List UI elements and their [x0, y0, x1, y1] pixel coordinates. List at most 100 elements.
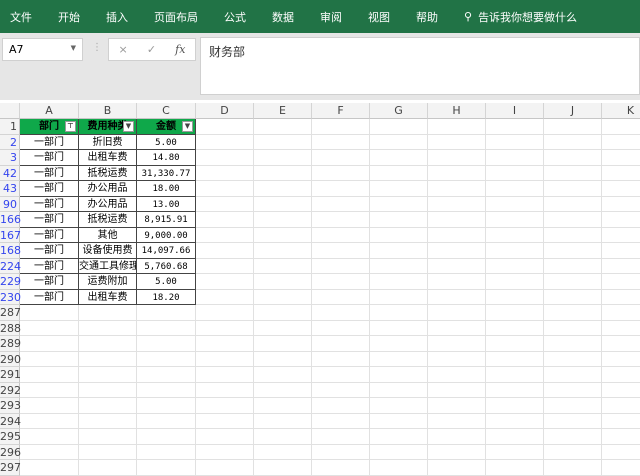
empty-cell[interactable]: [602, 398, 640, 414]
empty-cell[interactable]: [254, 134, 312, 150]
table-cell[interactable]: 出租车费: [79, 289, 137, 305]
empty-cell[interactable]: [428, 367, 486, 383]
empty-cell[interactable]: [20, 351, 79, 367]
empty-cell[interactable]: [428, 289, 486, 305]
empty-cell[interactable]: [79, 413, 137, 429]
row-header[interactable]: 166: [0, 212, 21, 228]
table-cell[interactable]: 一部门: [20, 243, 79, 259]
empty-cell[interactable]: [486, 258, 544, 274]
table-cell[interactable]: 办公用品: [79, 196, 137, 212]
empty-cell[interactable]: [428, 181, 486, 197]
table-cell[interactable]: 18.00: [137, 181, 196, 197]
select-all-corner[interactable]: [0, 103, 20, 119]
empty-cell[interactable]: [254, 305, 312, 321]
empty-cell[interactable]: [486, 413, 544, 429]
header-cell[interactable]: 部门 ⊤: [20, 119, 79, 135]
table-cell[interactable]: 交通工具修理: [79, 258, 137, 274]
table-cell[interactable]: 31,330.77: [137, 165, 196, 181]
table-cell[interactable]: 其他: [79, 227, 137, 243]
empty-cell[interactable]: [486, 165, 544, 181]
empty-cell[interactable]: [428, 258, 486, 274]
empty-cell[interactable]: [602, 274, 640, 290]
empty-cell[interactable]: [312, 413, 370, 429]
empty-cell[interactable]: [196, 274, 254, 290]
empty-cell[interactable]: [312, 150, 370, 166]
empty-cell[interactable]: [312, 351, 370, 367]
table-cell[interactable]: 8,915.91: [137, 212, 196, 228]
empty-cell[interactable]: [254, 150, 312, 166]
table-cell[interactable]: 一部门: [20, 227, 79, 243]
empty-cell[interactable]: [312, 243, 370, 259]
table-cell[interactable]: 13.00: [137, 196, 196, 212]
column-header[interactable]: J: [544, 103, 602, 119]
empty-cell[interactable]: [486, 150, 544, 166]
empty-cell[interactable]: [602, 321, 640, 336]
table-cell[interactable]: 一部门: [20, 274, 79, 290]
empty-cell[interactable]: [196, 289, 254, 305]
row-header[interactable]: 288: [0, 320, 21, 336]
empty-cell[interactable]: [312, 429, 370, 445]
empty-cell[interactable]: [79, 305, 137, 321]
column-header[interactable]: I: [486, 103, 544, 119]
empty-cell[interactable]: [254, 274, 312, 290]
empty-cell[interactable]: [196, 212, 254, 228]
enter-icon[interactable]: ✓: [147, 43, 156, 56]
empty-cell[interactable]: [602, 352, 640, 367]
empty-cell[interactable]: [254, 444, 312, 460]
empty-cell[interactable]: [544, 382, 602, 398]
empty-cell[interactable]: [486, 320, 544, 336]
empty-cell[interactable]: [370, 134, 428, 150]
empty-cell[interactable]: [370, 305, 428, 321]
empty-cell[interactable]: [254, 181, 312, 197]
empty-cell[interactable]: [486, 460, 544, 476]
empty-cell[interactable]: [312, 212, 370, 228]
column-header[interactable]: E: [254, 103, 312, 119]
empty-cell[interactable]: [254, 289, 312, 305]
drag-handle-icon[interactable]: ⋮: [92, 42, 102, 53]
empty-cell[interactable]: [602, 135, 640, 150]
empty-cell[interactable]: [196, 413, 254, 429]
empty-cell[interactable]: [254, 398, 312, 414]
empty-cell[interactable]: [370, 382, 428, 398]
empty-cell[interactable]: [312, 320, 370, 336]
row-header[interactable]: 168: [0, 243, 21, 259]
empty-cell[interactable]: [254, 460, 312, 476]
empty-cell[interactable]: [254, 258, 312, 274]
empty-cell[interactable]: [254, 382, 312, 398]
empty-cell[interactable]: [370, 351, 428, 367]
empty-cell[interactable]: [196, 258, 254, 274]
empty-cell[interactable]: [79, 351, 137, 367]
empty-cell[interactable]: [544, 227, 602, 243]
row-header[interactable]: 296: [0, 444, 21, 460]
row-header[interactable]: 90: [0, 196, 20, 212]
empty-cell[interactable]: [370, 274, 428, 290]
empty-cell[interactable]: [137, 336, 196, 352]
row-header[interactable]: 230: [0, 289, 21, 305]
empty-cell[interactable]: [602, 150, 640, 166]
empty-cell[interactable]: [370, 320, 428, 336]
empty-cell[interactable]: [602, 367, 640, 383]
row-header[interactable]: 297: [0, 460, 21, 476]
empty-cell[interactable]: [254, 165, 312, 181]
table-cell[interactable]: 一部门: [20, 134, 79, 150]
empty-cell[interactable]: [602, 460, 640, 476]
empty-cell[interactable]: [20, 305, 79, 321]
empty-cell[interactable]: [602, 336, 640, 352]
empty-cell[interactable]: [544, 336, 602, 352]
empty-cell[interactable]: [312, 289, 370, 305]
empty-cell[interactable]: [486, 119, 544, 135]
empty-cell[interactable]: [544, 212, 602, 228]
empty-cell[interactable]: [254, 429, 312, 445]
empty-cell[interactable]: [428, 212, 486, 228]
table-cell[interactable]: 抵税运费: [79, 165, 137, 181]
empty-cell[interactable]: [544, 150, 602, 166]
empty-cell[interactable]: [196, 134, 254, 150]
empty-cell[interactable]: [370, 150, 428, 166]
empty-cell[interactable]: [602, 383, 640, 398]
table-cell[interactable]: 办公用品: [79, 181, 137, 197]
empty-cell[interactable]: [20, 429, 79, 445]
empty-cell[interactable]: [544, 351, 602, 367]
empty-cell[interactable]: [137, 460, 196, 476]
row-header[interactable]: 43: [0, 181, 20, 197]
empty-cell[interactable]: [370, 165, 428, 181]
